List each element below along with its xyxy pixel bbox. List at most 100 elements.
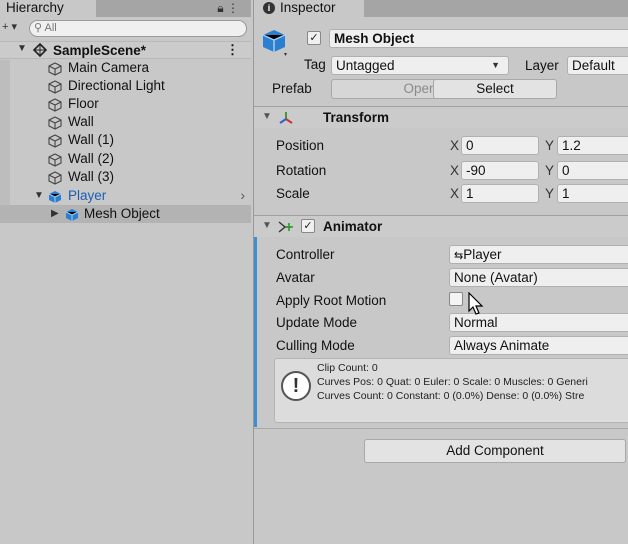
y-axis-label: Y — [545, 138, 555, 153]
info-line: Curves Count: 0 Constant: 0 (0.0%) Dense… — [317, 390, 585, 402]
gameobject-icon — [48, 153, 62, 167]
layer-value: Default — [572, 58, 615, 73]
transform-header[interactable]: ▼ Transform — [254, 106, 628, 128]
animator-header[interactable]: ▼ ✓ Animator — [254, 215, 628, 237]
update-mode-label: Update Mode — [276, 315, 358, 330]
gameobject-icon — [48, 98, 62, 112]
apply-root-motion-checkbox[interactable] — [449, 292, 463, 306]
prefab-label: Prefab — [272, 81, 312, 96]
tag-dropdown[interactable]: Untagged ▼ — [331, 56, 509, 75]
hierarchy-panel: Hierarchy 🔒︎ ⋮ + ▾ ⚲ All ▼ SampleScene* … — [0, 0, 251, 544]
hierarchy-item[interactable]: Directional Light — [0, 77, 251, 95]
transform-axes-icon — [278, 110, 294, 129]
x-axis-label: X — [450, 186, 460, 201]
hierarchy-item-label: Main Camera — [68, 60, 150, 75]
y-axis-label: Y — [545, 163, 555, 178]
gameobject-icon — [48, 116, 62, 130]
info-icon: i — [263, 2, 275, 14]
chevron-down-icon: ▼ — [491, 60, 500, 70]
animator-title: Animator — [323, 219, 383, 234]
hierarchy-item-label: Mesh Object — [84, 206, 160, 221]
info-line: Clip Count: 0 — [317, 362, 378, 374]
rotation-x-input[interactable]: -90 — [461, 161, 539, 180]
animator-enabled-checkbox[interactable]: ✓ — [301, 219, 315, 233]
hierarchy-item-selected[interactable]: ▶ Mesh Object — [0, 205, 251, 223]
x-axis-label: X — [450, 138, 460, 153]
create-dropdown[interactable]: + ▾ — [2, 20, 17, 33]
controller-field[interactable]: ⇆Player — [449, 245, 628, 264]
hierarchy-item[interactable]: Main Camera — [0, 59, 251, 77]
search-placeholder: All — [44, 22, 57, 34]
hierarchy-item-label: Directional Light — [68, 78, 165, 93]
mouse-cursor-icon — [468, 291, 484, 319]
rotation-y-input[interactable]: 0 — [557, 161, 628, 180]
tag-value: Untagged — [336, 58, 395, 73]
selection-accent-bar — [254, 217, 257, 427]
inspector-tabbar: i Inspector — [254, 0, 628, 17]
tab-hierarchy[interactable]: Hierarchy — [0, 0, 96, 17]
culling-mode-label: Culling Mode — [276, 338, 355, 353]
search-input[interactable]: ⚲ All — [29, 20, 247, 37]
chevron-right-icon[interactable]: › — [241, 187, 246, 205]
fold-open-icon[interactable]: ▼ — [262, 220, 272, 231]
hierarchy-item-label: Wall — [68, 114, 94, 129]
x-axis-label: X — [450, 163, 460, 178]
hierarchy-item-player[interactable]: ▼ Player › — [0, 187, 251, 205]
scene-name: SampleScene* — [53, 43, 147, 58]
transform-title: Transform — [323, 110, 390, 125]
hierarchy-item[interactable]: Wall (1) — [0, 131, 251, 149]
inspector-panel: i Inspector ✓ Mesh Object Tag Untagged ▼… — [253, 0, 628, 544]
hierarchy-item[interactable]: Wall — [0, 113, 251, 131]
scale-label: Scale — [276, 186, 310, 201]
controller-value: Player — [463, 247, 502, 262]
lock-icon[interactable]: 🔒︎ — [217, 1, 223, 15]
fold-open-icon[interactable]: ▼ — [262, 111, 272, 122]
tab-inspector[interactable]: i Inspector — [254, 0, 364, 17]
hierarchy-item-label: Wall (3) — [68, 169, 114, 184]
culling-mode-dropdown[interactable]: Always Animate — [449, 336, 628, 355]
position-x-input[interactable]: 0 — [461, 136, 539, 155]
menu-dots-icon[interactable]: ⋮ — [227, 1, 239, 15]
hierarchy-tab-tools: 🔒︎ ⋮ — [217, 0, 239, 17]
tag-label: Tag — [304, 57, 326, 72]
hierarchy-tabbar: Hierarchy 🔒︎ ⋮ — [0, 0, 251, 17]
divider — [254, 428, 628, 429]
hierarchy-item[interactable]: Wall (3) — [0, 168, 251, 186]
layer-dropdown[interactable]: Default — [567, 56, 628, 75]
hierarchy-item-label: Wall (2) — [68, 151, 114, 166]
prefab-select-button[interactable]: Select — [433, 79, 557, 99]
position-y-input[interactable]: 1.2 — [557, 136, 628, 155]
controller-icon: ⇆ — [454, 250, 464, 262]
scale-x-input[interactable]: 1 — [461, 184, 539, 203]
gameobject-icon — [48, 62, 62, 76]
position-label: Position — [276, 138, 325, 153]
hierarchy-item[interactable]: Floor — [0, 95, 251, 113]
scene-menu-dots-icon[interactable]: ⋮ — [226, 42, 239, 58]
animator-info-box: ! Clip Count: 0 Curves Pos: 0 Quat: 0 Eu… — [274, 358, 628, 423]
active-checkbox[interactable]: ✓ — [307, 31, 321, 45]
scale-y-input[interactable]: 1 — [557, 184, 628, 203]
tab-hierarchy-label: Hierarchy — [6, 0, 64, 15]
fold-closed-icon[interactable]: ▶ — [51, 205, 59, 223]
search-icon: ⚲ — [34, 22, 43, 34]
hierarchy-item-label: Wall (1) — [68, 132, 114, 147]
hierarchy-search-row: + ▾ ⚲ All — [0, 18, 251, 40]
animator-icon — [278, 219, 296, 238]
scene-row[interactable]: ▼ SampleScene* ⋮ — [0, 41, 251, 59]
avatar-field[interactable]: None (Avatar) — [449, 268, 628, 287]
object-name-input[interactable]: Mesh Object — [329, 29, 628, 48]
avatar-label: Avatar — [276, 270, 315, 285]
hierarchy-item[interactable]: Wall (2) — [0, 150, 251, 168]
cube-icon — [262, 28, 288, 61]
add-component-button[interactable]: Add Component — [364, 439, 626, 463]
gameobject-icon — [48, 134, 62, 148]
info-line: Curves Pos: 0 Quat: 0 Euler: 0 Scale: 0 … — [317, 376, 588, 388]
fold-open-icon[interactable]: ▼ — [34, 187, 44, 205]
gameobject-icon — [48, 171, 62, 185]
hierarchy-item-label: Floor — [68, 96, 99, 111]
gameobject-icon — [48, 80, 62, 94]
apply-root-motion-label: Apply Root Motion — [276, 293, 387, 308]
fold-open-icon[interactable]: ▼ — [17, 43, 27, 54]
y-axis-label: Y — [545, 186, 555, 201]
tab-inspector-label: Inspector — [280, 0, 336, 15]
